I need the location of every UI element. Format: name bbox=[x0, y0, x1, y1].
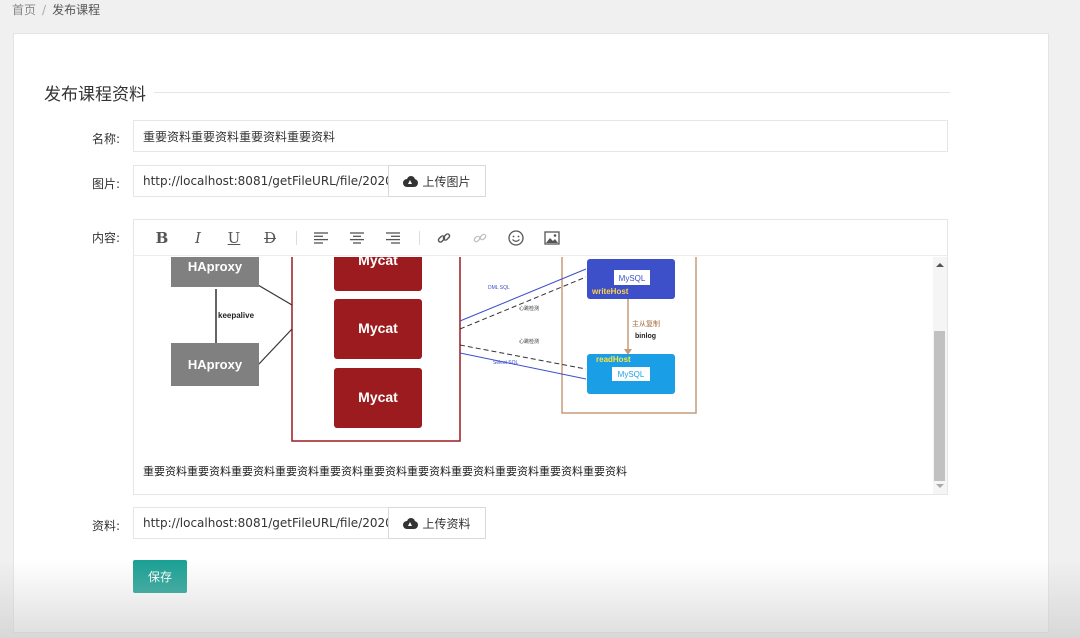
file-url-input[interactable]: http://localhost:8081/getFileURL/file/20… bbox=[133, 507, 389, 539]
binlog-label: binlog bbox=[635, 333, 656, 340]
breadcrumb: 首页 / 发布课程 bbox=[12, 1, 100, 18]
editor-toolbar: B I U D bbox=[134, 220, 947, 256]
content-label: 内容: bbox=[91, 231, 120, 245]
link-icon[interactable] bbox=[430, 224, 458, 252]
unlink-icon[interactable] bbox=[466, 224, 494, 252]
name-input[interactable]: 重要资料重要资料重要资料重要资料 bbox=[133, 120, 948, 152]
mysql-bottom-label: MySQL bbox=[618, 370, 645, 379]
underline-icon[interactable]: U bbox=[220, 224, 248, 252]
heartbeat-top-label: 心跳检测 bbox=[519, 305, 539, 312]
toolbar-divider bbox=[419, 230, 420, 245]
scroll-thumb[interactable] bbox=[934, 331, 945, 481]
dml-label: DML SQL bbox=[488, 285, 510, 291]
upload-image-button[interactable]: 上传图片 bbox=[388, 165, 486, 197]
emoji-icon[interactable] bbox=[502, 224, 530, 252]
form-title: 发布课程资料 bbox=[36, 80, 154, 105]
select-label: Select SQL bbox=[493, 360, 519, 366]
upload-image-label: 上传图片 bbox=[422, 174, 471, 189]
architecture-diagram: HAproxy keepalive HAproxy Mycat Mycat My… bbox=[171, 257, 697, 442]
replication-label: 主从复制 bbox=[632, 319, 660, 328]
haproxy-top-label: HAproxy bbox=[188, 259, 243, 274]
editor-content[interactable]: HAproxy keepalive HAproxy Mycat Mycat My… bbox=[134, 257, 933, 494]
scroll-up-arrow-icon[interactable] bbox=[936, 263, 944, 267]
save-button[interactable]: 保存 bbox=[133, 560, 187, 593]
cloud-upload-icon bbox=[403, 175, 419, 187]
breadcrumb-current: 发布课程 bbox=[52, 3, 101, 17]
toolbar-divider bbox=[296, 230, 297, 245]
editor-scrollbar[interactable] bbox=[933, 257, 947, 494]
content-text: 重要资料重要资料重要资料重要资料重要资料重要资料重要资料重要资料重要资料重要资料… bbox=[143, 465, 627, 478]
legend-line bbox=[40, 92, 950, 93]
align-center-icon[interactable] bbox=[343, 224, 371, 252]
image-url-input[interactable]: http://localhost:8081/getFileURL/file/20… bbox=[133, 165, 389, 197]
image-icon[interactable] bbox=[538, 224, 566, 252]
image-label: 图片: bbox=[91, 177, 120, 191]
mycat-top-label: Mycat bbox=[358, 257, 398, 268]
scroll-down-arrow-icon[interactable] bbox=[936, 484, 944, 488]
align-right-icon[interactable] bbox=[379, 224, 407, 252]
file-label: 资料: bbox=[91, 519, 120, 533]
readhost-label: readHost bbox=[596, 355, 631, 364]
name-label: 名称: bbox=[91, 132, 120, 146]
heartbeat-bottom-label: 心跳检测 bbox=[519, 338, 539, 345]
writehost-label: writeHost bbox=[591, 287, 629, 296]
breadcrumb-separator: / bbox=[42, 3, 47, 17]
breadcrumb-home[interactable]: 首页 bbox=[12, 3, 36, 17]
bold-icon[interactable]: B bbox=[148, 224, 176, 252]
mycat-bot-label: Mycat bbox=[358, 389, 398, 405]
form-panel: 发布课程资料 名称: 重要资料重要资料重要资料重要资料 图片: http://l… bbox=[13, 33, 1049, 633]
mysql-top-label: MySQL bbox=[619, 274, 646, 283]
upload-file-label: 上传资料 bbox=[422, 516, 471, 531]
strikethrough-icon[interactable]: D bbox=[256, 224, 284, 252]
rich-text-editor[interactable]: B I U D HAproxy keepalive HAproxy Mycat … bbox=[133, 219, 948, 495]
keepalive-label: keepalive bbox=[218, 311, 255, 320]
haproxy-bottom-label: HAproxy bbox=[188, 357, 243, 372]
align-left-icon[interactable] bbox=[307, 224, 335, 252]
cloud-upload-icon bbox=[403, 517, 419, 529]
mycat-mid-label: Mycat bbox=[358, 320, 398, 336]
upload-file-button[interactable]: 上传资料 bbox=[388, 507, 486, 539]
italic-icon[interactable]: I bbox=[184, 224, 212, 252]
